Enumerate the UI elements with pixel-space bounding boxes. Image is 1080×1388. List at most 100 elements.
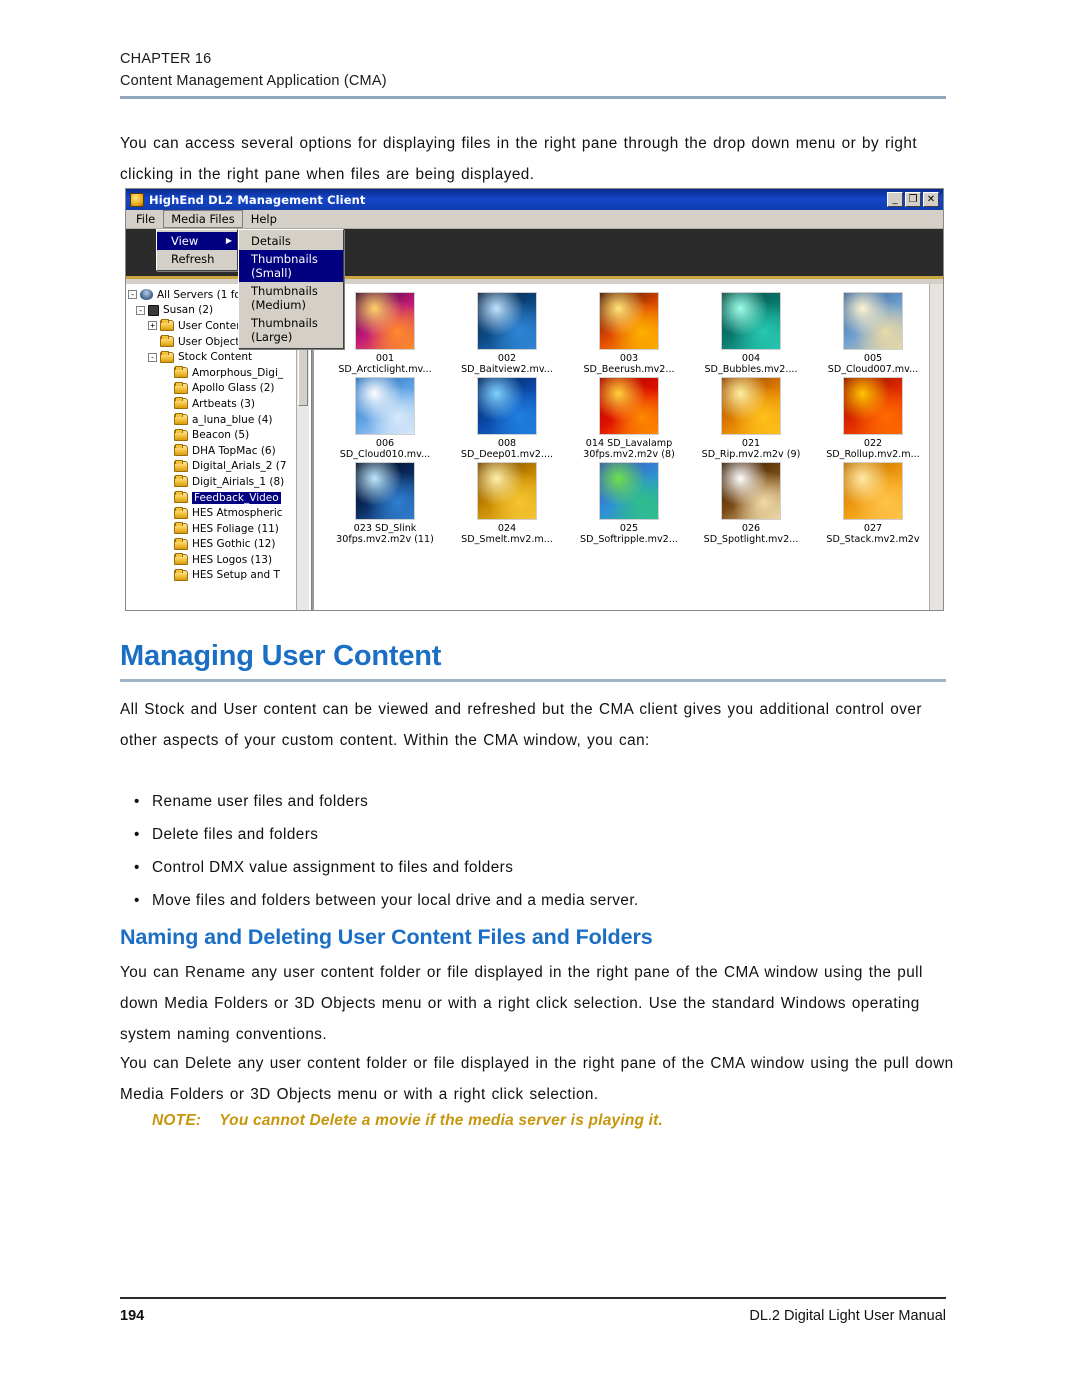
thumbnail-item[interactable]: 014 SD_Lavalamp 30fps.mv2.m2v (8) — [568, 375, 690, 460]
thumbnail-image[interactable] — [599, 292, 659, 350]
thumbnail-item[interactable]: 003 SD_Beerush.mv2... — [568, 290, 690, 375]
manual-page: CHAPTER 16 Content Management Applicatio… — [0, 0, 1080, 1388]
bullet-item: • Control DMX value assignment to files a… — [134, 851, 894, 884]
tree-item-label: Stock Content — [178, 351, 253, 364]
pane-scrollbar[interactable] — [929, 284, 943, 610]
tree-item-label: Susan (2) — [163, 304, 214, 317]
expand-toggle-icon[interactable]: + — [148, 321, 157, 331]
bullet-marker: • — [134, 892, 140, 909]
thumbnail-image[interactable] — [355, 292, 415, 350]
thumbnail-item[interactable]: 021 SD_Rip.mv2.m2v (9) — [690, 375, 812, 460]
thumbnail-image[interactable] — [477, 377, 537, 435]
thumbnail-image[interactable] — [477, 462, 537, 520]
submenu-item-thumbnails-medium[interactable]: Thumbnails (Medium) — [239, 282, 343, 314]
thumbnail-filename-label: SD_Stack.mv2.m2v — [826, 534, 920, 545]
thumbnail-image[interactable] — [843, 377, 903, 435]
menu-item-view[interactable]: View ▶ — [157, 232, 237, 250]
maximize-button[interactable]: ❐ — [905, 192, 921, 207]
tree-item-label: HES Atmospheric — [192, 507, 283, 520]
thumbnail-item[interactable]: 027 SD_Stack.mv2.m2v — [812, 460, 934, 545]
bullet-marker: • — [134, 826, 140, 843]
window-controls: _ ❐ ✕ — [887, 192, 941, 207]
tree-item-label: HES Setup and T — [192, 569, 280, 582]
thumbnail-filename-label: 30fps.mv2.m2v (8) — [583, 449, 675, 460]
thumbnail-image[interactable] — [843, 462, 903, 520]
tree-item[interactable]: HES Setup and T — [128, 568, 311, 584]
thumbnail-filename-label: SD_Smelt.mv2.m... — [461, 534, 553, 545]
tree-item-label: a_luna_blue (4) — [192, 413, 273, 426]
submenu-item-thumbnails-large[interactable]: Thumbnails (Large) — [239, 314, 343, 346]
folder-icon — [174, 397, 188, 410]
page-number: 194 — [120, 1308, 145, 1324]
menu-media-files[interactable]: Media Files — [163, 210, 243, 228]
thumbnail-item[interactable]: 002 SD_Baitview2.mv... — [446, 290, 568, 375]
thumbnail-image[interactable] — [721, 292, 781, 350]
thumbnail-image[interactable] — [843, 292, 903, 350]
thumbnail-index-label: 003 — [619, 353, 639, 364]
thumbnail-index-label: 021 — [741, 438, 761, 449]
tree-item[interactable]: Apollo Glass (2) — [128, 381, 311, 397]
collapse-toggle-icon[interactable]: - — [148, 352, 157, 362]
tree-item-label: Amorphous_Digi_ — [192, 366, 284, 379]
thumbnail-index-label: 022 — [863, 438, 883, 449]
thumbnail-filename-label: SD_Bubbles.mv2.... — [704, 364, 798, 375]
thumbnail-image[interactable] — [721, 377, 781, 435]
submenu-item-thumbnails-small[interactable]: Thumbnails (Small) — [239, 250, 343, 282]
thumbnail-image[interactable] — [355, 462, 415, 520]
intro-paragraph: You can access several options for displ… — [120, 135, 918, 183]
thumbnail-item[interactable]: 005 SD_Cloud007.mv... — [812, 290, 934, 375]
thumbnail-index-label: 005 — [863, 353, 883, 364]
tree-item[interactable]: Beacon (5) — [128, 427, 311, 443]
tree-item[interactable]: - Stock Content — [128, 349, 311, 365]
thumbnail-image[interactable] — [721, 462, 781, 520]
folder-icon — [174, 537, 188, 550]
menu-item-refresh[interactable]: Refresh — [157, 250, 237, 268]
tree-item[interactable]: HES Gothic (12) — [128, 537, 311, 553]
thumbnail-item[interactable]: 022 SD_Rollup.mv2.m... — [812, 375, 934, 460]
tree-item-label: Beacon (5) — [192, 429, 250, 442]
folder-icon — [174, 381, 188, 394]
tree-item[interactable]: Digit_Airials_1 (8) — [128, 474, 311, 490]
close-button[interactable]: ✕ — [923, 192, 939, 207]
tree-item[interactable]: Amorphous_Digi_ — [128, 365, 311, 381]
thumbnail-item[interactable]: 006 SD_Cloud010.mv... — [324, 375, 446, 460]
tree-item[interactable]: a_luna_blue (4) — [128, 412, 311, 428]
capability-bullet-list: • Rename user files and folders • Delete fi… — [134, 785, 894, 917]
tree-item[interactable]: Artbeats (3) — [128, 396, 311, 412]
folder-icon — [174, 491, 188, 504]
minimize-button[interactable]: _ — [887, 192, 903, 207]
thumbnail-index-label: 024 — [497, 523, 517, 534]
folder-icon — [160, 335, 174, 348]
dropdown-media-files: View ▶ Refresh — [156, 229, 238, 271]
thumbnail-image[interactable] — [599, 462, 659, 520]
note-label: NOTE: — [152, 1112, 202, 1129]
submenu-item-details[interactable]: Details — [239, 232, 343, 250]
thumbnail-index-label: 006 — [375, 438, 395, 449]
thumbnail-image[interactable] — [599, 377, 659, 435]
thumbnail-item[interactable]: 024 SD_Smelt.mv2.m... — [446, 460, 568, 545]
tree-item[interactable]: HES Atmospheric — [128, 505, 311, 521]
thumbnail-item[interactable]: 025 SD_Softripple.mv2... — [568, 460, 690, 545]
thumbnail-item[interactable]: 026 SD_Spotlight.mv2... — [690, 460, 812, 545]
thumbnail-item[interactable]: 023 SD_Slink 30fps.mv2.m2v (11) — [324, 460, 446, 545]
menu-file[interactable]: File — [129, 211, 162, 227]
collapse-toggle-icon[interactable]: - — [136, 305, 145, 315]
thumbnail-item[interactable]: 004 SD_Bubbles.mv2.... — [690, 290, 812, 375]
bullet-text: Move files and folders between your loca… — [152, 892, 639, 909]
thumbnail-item[interactable]: 008 SD_Deep01.mv2.... — [446, 375, 568, 460]
thumbnail-image[interactable] — [477, 292, 537, 350]
collapse-toggle-icon[interactable]: - — [128, 290, 137, 300]
menu-help[interactable]: Help — [244, 211, 284, 227]
thumbnail-filename-label: SD_Deep01.mv2.... — [460, 449, 554, 460]
thumbnail-image[interactable] — [355, 377, 415, 435]
tree-item[interactable]: HES Foliage (11) — [128, 521, 311, 537]
tree-item[interactable]: Digital_Arials_2 (7 — [128, 459, 311, 475]
thumbnail-pane[interactable]: 001 SD_Arcticlight.mv... 002 SD_Baitview2.m… — [312, 284, 943, 610]
tree-item[interactable]: Feedback_Video — [128, 490, 311, 506]
tree-item[interactable]: DHA TopMac (6) — [128, 443, 311, 459]
folder-icon — [174, 459, 188, 472]
tree-item[interactable]: HES Logos (13) — [128, 552, 311, 568]
computer-icon — [148, 304, 159, 316]
thumbnail-filename-label: SD_Baitview2.mv... — [461, 364, 553, 375]
thumbnail-index-label: 002 — [497, 353, 517, 364]
